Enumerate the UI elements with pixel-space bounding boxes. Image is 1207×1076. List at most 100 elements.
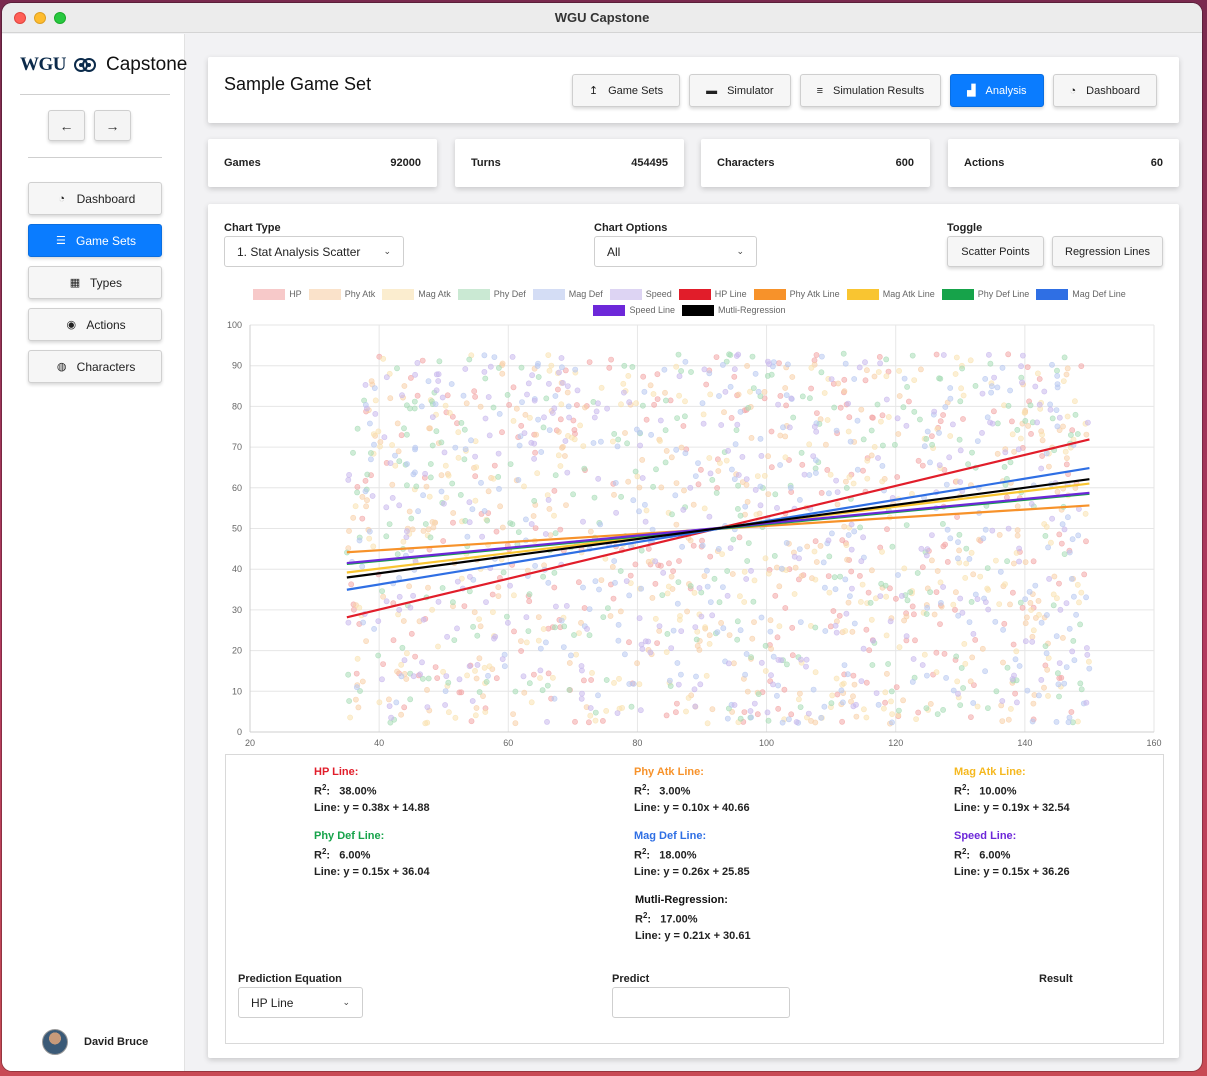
chart-options-select[interactable]: All ⌄ <box>594 236 757 267</box>
prediction-equation-select[interactable]: HP Line ⌄ <box>238 987 363 1018</box>
scatter-point <box>580 443 587 450</box>
window-controls <box>14 12 66 24</box>
scatter-point <box>545 380 552 387</box>
scatter-point <box>727 352 734 358</box>
legend-item[interactable]: Phy Def <box>457 288 526 300</box>
minimize-window-button[interactable] <box>34 12 46 24</box>
scatter-point <box>366 535 373 542</box>
scatter-point <box>495 584 502 591</box>
scatter-point <box>693 673 699 680</box>
scatter-point <box>493 528 500 535</box>
zoom-window-button[interactable] <box>54 12 66 24</box>
scatter-point <box>839 537 846 544</box>
legend-item[interactable]: Mag Atk Line <box>846 288 935 300</box>
x-tick-label: 140 <box>1017 738 1032 748</box>
scatter-point <box>386 703 393 709</box>
scatter-point <box>797 496 803 503</box>
regression-lines-toggle[interactable]: Regression Lines <box>1052 236 1163 267</box>
scatter-point <box>683 708 689 715</box>
scatter-point <box>647 382 654 389</box>
scatter-points-toggle[interactable]: Scatter Points <box>947 236 1044 267</box>
scatter-point <box>879 478 886 485</box>
scatter-point <box>931 611 938 618</box>
scatter-point <box>856 364 863 371</box>
scatter-point <box>563 602 570 609</box>
simulation-results-button[interactable]: ≡ Simulation Results <box>799 74 942 107</box>
header-toolbar: ↥ Game Sets ▬ Simulator ≡ Simulation Res… <box>571 74 1157 107</box>
scatter-point <box>676 558 682 564</box>
scatter-point <box>757 435 764 442</box>
legend-item[interactable]: Mutli-Regression <box>682 304 786 316</box>
scatter-point <box>731 373 738 380</box>
legend-item[interactable]: HP <box>253 288 302 300</box>
scatter-point <box>1045 692 1051 699</box>
wgu-logo-text: WGU <box>20 54 67 75</box>
scatter-point <box>1041 521 1048 527</box>
legend-item[interactable]: Mag Def <box>532 288 603 300</box>
scatter-point <box>748 714 754 721</box>
legend-item[interactable]: Speed <box>609 288 672 300</box>
legend-label: HP Line <box>714 289 747 299</box>
button-label: Simulation Results <box>832 84 925 97</box>
scatter-point <box>789 374 796 380</box>
legend-item[interactable]: Phy Atk <box>308 288 376 300</box>
scatter-point <box>567 652 574 659</box>
legend-label: Phy Atk <box>344 289 376 299</box>
scatter-point <box>540 424 547 431</box>
sidebar-item-types[interactable]: ▦ Types <box>28 266 162 299</box>
user-profile[interactable]: David Bruce <box>42 1029 148 1055</box>
scatter-point <box>371 441 377 448</box>
scatter-point <box>521 689 528 696</box>
scatter-point <box>825 573 832 579</box>
sidebar-item-dashboard[interactable]: ◔ Dashboard <box>28 182 162 215</box>
sidebar-item-characters[interactable]: ◍ Characters <box>28 350 162 383</box>
scatter-point <box>940 412 946 418</box>
scatter-point <box>706 513 713 520</box>
scatter-point <box>782 385 789 391</box>
analysis-button[interactable]: ▟ Analysis <box>950 74 1044 107</box>
scatter-point <box>851 376 858 382</box>
forward-button[interactable]: → <box>94 110 131 141</box>
legend-item[interactable]: Phy Def Line <box>941 288 1029 300</box>
scatter-point <box>464 533 471 540</box>
scatter-point <box>900 404 907 411</box>
scatter-point <box>473 464 480 470</box>
scatter-point <box>636 484 643 491</box>
back-button[interactable]: ← <box>48 110 85 141</box>
sidebar-item-actions[interactable]: ◉ Actions <box>28 308 162 341</box>
scatter-point <box>907 589 914 595</box>
scatter-point <box>974 703 981 710</box>
legend-item[interactable]: Phy Atk Line <box>753 288 840 300</box>
close-window-button[interactable] <box>14 12 26 24</box>
scatter-point <box>875 455 881 461</box>
scatter-point <box>842 360 849 367</box>
scatter-point <box>709 612 716 619</box>
scatter-point <box>503 613 510 620</box>
legend-item[interactable]: Mag Def Line <box>1036 288 1126 300</box>
legend-item[interactable]: Mag Atk <box>382 288 451 300</box>
dashboard-button[interactable]: ◔ Dashboard <box>1052 74 1157 107</box>
scatter-point <box>729 466 735 473</box>
scatter-point <box>699 537 705 544</box>
simulator-button[interactable]: ▬ Simulator <box>689 74 791 107</box>
legend-item[interactable]: Speed Line <box>593 304 675 316</box>
scatter-point <box>1028 431 1034 437</box>
sidebar-item-game-sets[interactable]: ☰ Game Sets <box>28 224 162 257</box>
chart-type-select[interactable]: 1. Stat Analysis Scatter ⌄ <box>224 236 404 267</box>
scatter-point <box>724 568 731 574</box>
scatter-point <box>588 677 594 683</box>
scatter-point <box>1039 431 1045 438</box>
scatter-point <box>375 428 382 435</box>
scatter-point <box>1027 599 1034 606</box>
scatter-point <box>953 354 960 361</box>
scatter-point <box>829 530 835 537</box>
predict-input[interactable] <box>612 987 790 1018</box>
scatter-point <box>898 592 905 599</box>
scatter-point <box>398 673 405 680</box>
scatter-point <box>580 677 587 684</box>
legend-item[interactable]: HP Line <box>678 288 747 300</box>
scatter-point <box>789 652 796 659</box>
game-sets-button[interactable]: ↥ Game Sets <box>571 74 681 107</box>
scatter-point <box>490 404 497 411</box>
sidebar-item-label: Actions <box>86 317 126 332</box>
